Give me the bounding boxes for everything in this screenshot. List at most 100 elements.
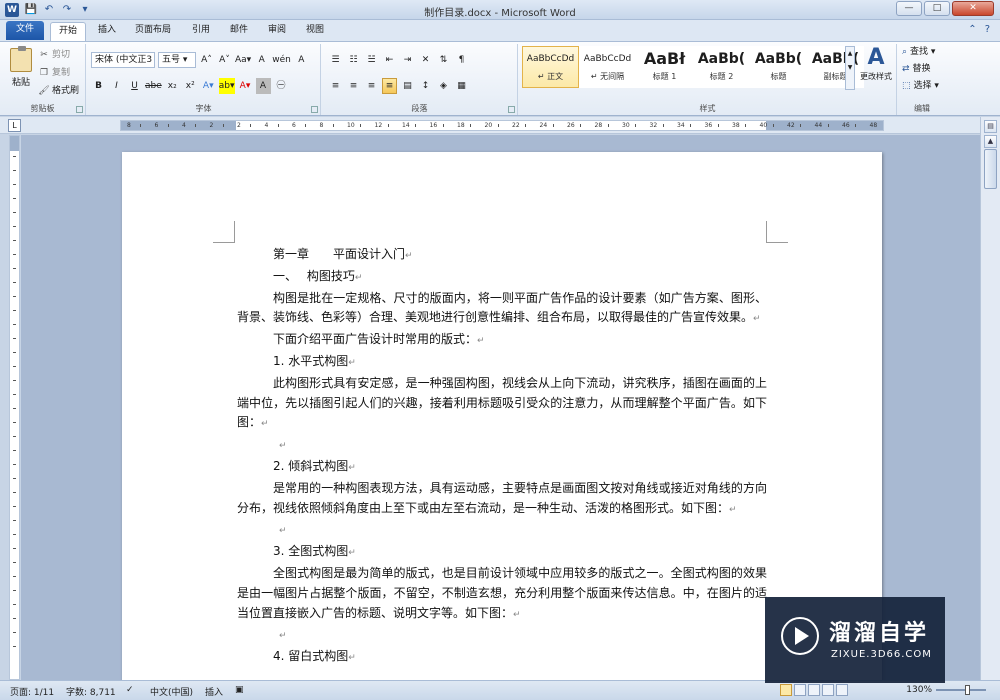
close-button[interactable]: ✕: [952, 1, 994, 16]
underline-button[interactable]: U: [127, 78, 142, 94]
font-name-combo[interactable]: 宋体 (中文正3 ▾: [91, 52, 155, 68]
replace-button[interactable]: ⇄ 替换: [902, 62, 939, 77]
paragraph[interactable]: 构图是批在一定规格、尺寸的版面内，将一则平面广告作品的设计要素（如广告方案、图形…: [237, 289, 767, 331]
tab-review[interactable]: 审阅: [260, 22, 294, 41]
font-color-button[interactable]: A▾: [238, 78, 253, 94]
paragraph[interactable]: 2. 倾斜式构图↵: [237, 457, 767, 479]
phonetic-guide-button[interactable]: wén: [272, 52, 291, 68]
paragraph[interactable]: 全图式构图是最为简单的版式，也是目前设计领域中应用较多的版式之一。全图式构图的效…: [237, 564, 767, 625]
strikethrough-button[interactable]: abe: [145, 78, 162, 94]
char-shading-button[interactable]: A: [255, 78, 271, 94]
insert-mode[interactable]: 插入: [205, 685, 223, 698]
style-no-spacing[interactable]: AaBbCcDd ↵ 无间隔: [579, 46, 636, 88]
word-count[interactable]: 字数: 8,711: [66, 685, 116, 698]
paragraph[interactable]: 下面介绍平面广告设计时常用的版式：↵: [237, 330, 767, 352]
document-body[interactable]: 第一章 平面设计入门↵ 一、 构图技巧↵ 构图是批在一定规格、尺寸的版面内，将一则平…: [237, 245, 767, 669]
tab-insert[interactable]: 插入: [90, 22, 124, 41]
align-center-icon[interactable]: ≡: [346, 78, 361, 94]
empty-paragraph[interactable]: ↵: [237, 625, 767, 647]
copy-button[interactable]: ❐ 复制: [38, 66, 79, 80]
style-title[interactable]: AaBb( 标题: [750, 46, 807, 88]
paragraph[interactable]: 是常用的一种构图表现方法，具有运动感，主要特点是画面图文按对角线或接近对角线的方…: [237, 479, 767, 521]
shrink-font-button[interactable]: A˅: [217, 52, 232, 68]
tab-file[interactable]: 文件: [6, 21, 44, 40]
scroll-thumb[interactable]: [984, 149, 997, 189]
minimize-ribbon-icon[interactable]: ⌃: [968, 24, 976, 35]
paragraph[interactable]: 此构图形式具有安定感，是一种强固构图，视线会从上向下流动，讲究秩序，插图在画面的…: [237, 374, 767, 435]
tab-page-layout[interactable]: 页面布局: [128, 22, 178, 41]
align-right-icon[interactable]: ≡: [364, 78, 379, 94]
draft-icon[interactable]: [836, 684, 848, 696]
zoom-slider[interactable]: [936, 689, 986, 691]
clear-format-button[interactable]: A: [254, 52, 269, 68]
borders-icon[interactable]: ▦: [454, 78, 469, 94]
paragraph[interactable]: 一、 构图技巧↵: [237, 267, 767, 289]
empty-paragraph[interactable]: ↵: [237, 520, 767, 542]
vertical-scrollbar[interactable]: ▤ ▲: [980, 117, 1000, 680]
ruler-toggle-icon[interactable]: ▤: [984, 120, 997, 133]
sort-icon[interactable]: ⇅: [436, 52, 451, 68]
tab-selector-icon[interactable]: L: [8, 119, 21, 132]
tab-view[interactable]: 视图: [298, 22, 332, 41]
print-layout-icon[interactable]: [780, 684, 792, 696]
cut-button[interactable]: ✂ 剪切: [38, 48, 79, 62]
align-left-icon[interactable]: ≡: [328, 78, 343, 94]
highlight-button[interactable]: ab▾: [218, 78, 235, 94]
maximize-button[interactable]: □: [924, 1, 950, 16]
superscript-button[interactable]: x²: [183, 78, 198, 94]
increase-indent-icon[interactable]: ⇥: [400, 52, 415, 68]
reading-layout-icon[interactable]: [794, 684, 806, 696]
text-effects-button[interactable]: A▾: [201, 78, 216, 94]
justify-icon[interactable]: ≡: [382, 78, 397, 94]
style-heading-2[interactable]: AaBb( 标题 2: [693, 46, 750, 88]
shading-icon[interactable]: ◈: [436, 78, 451, 94]
distributed-icon[interactable]: ▤: [400, 78, 415, 94]
multilevel-list-icon[interactable]: ☱: [364, 52, 379, 68]
decrease-indent-icon[interactable]: ⇤: [382, 52, 397, 68]
numbering-icon[interactable]: ☷: [346, 52, 361, 68]
language[interactable]: 中文(中国): [150, 685, 193, 698]
italic-button[interactable]: I: [109, 78, 124, 94]
bullets-icon[interactable]: ☰: [328, 52, 343, 68]
help-icon[interactable]: ?: [985, 24, 990, 35]
empty-paragraph[interactable]: ↵: [237, 435, 767, 457]
find-button[interactable]: ⌕ 查找 ▾: [902, 45, 939, 60]
line-spacing-icon[interactable]: ↕: [418, 78, 433, 94]
font-launcher-icon[interactable]: [311, 106, 318, 113]
styles-scroll-icon[interactable]: ▲ ▼: [845, 46, 855, 90]
scroll-up-icon[interactable]: ▲: [984, 135, 997, 148]
style-heading-1[interactable]: AaBł 标题 1: [636, 46, 693, 88]
bold-button[interactable]: B: [91, 78, 106, 94]
web-layout-icon[interactable]: [808, 684, 820, 696]
style-normal[interactable]: AaBbCcDd ↵ 正文: [522, 46, 579, 88]
clipboard-launcher-icon[interactable]: [76, 106, 83, 113]
select-button[interactable]: ⬚ 选择 ▾: [902, 79, 939, 94]
paragraph-launcher-icon[interactable]: [508, 106, 515, 113]
outline-icon[interactable]: [822, 684, 834, 696]
format-painter-button[interactable]: 🖌 格式刷: [38, 84, 79, 98]
paragraph[interactable]: 1. 水平式构图↵: [237, 352, 767, 374]
paragraph[interactable]: 4. 留白式构图↵: [237, 647, 767, 669]
horizontal-ruler[interactable]: 8 6 4 2 2 4 6 8 10 12 14 16 18 20 22 24 26 28 30 32 34 36 38 40…: [120, 120, 884, 131]
show-marks-icon[interactable]: ¶: [454, 52, 469, 68]
proofing-icon[interactable]: ✓: [126, 685, 134, 695]
change-styles-button[interactable]: A 更改样式: [856, 45, 896, 82]
char-border-button[interactable]: A: [294, 52, 309, 68]
tab-mailings[interactable]: 邮件: [222, 22, 256, 41]
paragraph[interactable]: 3. 全图式构图↵: [237, 542, 767, 564]
change-case-button[interactable]: Aa▾: [235, 52, 251, 68]
font-size-combo[interactable]: 五号 ▾: [158, 52, 196, 68]
tab-home[interactable]: 开始: [50, 22, 86, 41]
vertical-ruler[interactable]: [9, 135, 20, 680]
zoom-slider-knob[interactable]: [965, 685, 970, 695]
subscript-button[interactable]: x₂: [165, 78, 180, 94]
macro-record-icon[interactable]: ▣: [235, 685, 244, 695]
grow-font-button[interactable]: A˄: [199, 52, 214, 68]
zoom-level[interactable]: 130%: [906, 685, 932, 695]
page-count[interactable]: 页面: 1/11: [10, 685, 54, 698]
tab-references[interactable]: 引用: [184, 22, 218, 41]
chinese-layout-icon[interactable]: ✕: [418, 52, 433, 68]
paragraph[interactable]: 第一章 平面设计入门↵: [237, 245, 767, 267]
enclose-char-button[interactable]: ㊀: [274, 78, 289, 94]
paste-button[interactable]: 粘贴: [6, 46, 36, 100]
